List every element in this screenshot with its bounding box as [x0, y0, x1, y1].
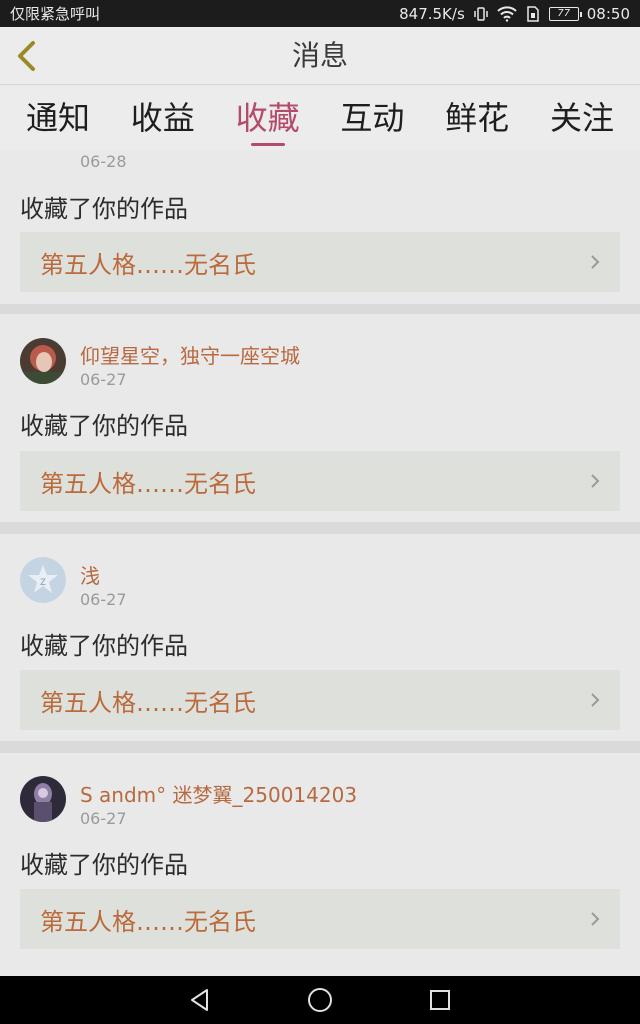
recents-square-icon[interactable] [420, 980, 460, 1020]
net-speed: 847.5K/s [399, 4, 465, 23]
battery-icon: 77 [548, 6, 582, 21]
item-action: 收藏了你的作品 [20, 195, 188, 223]
list-item[interactable]: z 浅 06-27 收藏了你的作品 第五人格……无名氏 [0, 534, 640, 741]
chevron-right-icon [590, 473, 600, 489]
user-name[interactable]: S andm° 迷梦翼_250014203 [80, 779, 357, 808]
tab-interaction[interactable]: 互动 [336, 86, 408, 150]
item-date: 06-28 [80, 152, 127, 171]
work-link[interactable]: 第五人格……无名氏 [20, 451, 620, 511]
notification-list[interactable]: 06-28 收藏了你的作品 第五人格……无名氏 仰望星空，独守一座空城 06-2… [0, 150, 640, 976]
list-item[interactable]: 仰望星空，独守一座空城 06-27 收藏了你的作品 第五人格……无名氏 [0, 314, 640, 522]
status-icons: 847.5K/s 77 08:50 [399, 5, 630, 23]
chevron-right-icon [590, 692, 600, 708]
clock: 08:50 [586, 4, 630, 23]
tab-follow[interactable]: 关注 [546, 86, 618, 150]
work-link[interactable]: 第五人格……无名氏 [20, 670, 620, 730]
item-date: 06-27 [80, 809, 127, 828]
work-title: 第五人格……无名氏 [40, 688, 256, 717]
work-title: 第五人格……无名氏 [40, 469, 256, 498]
system-nav-bar [0, 976, 640, 1024]
item-action: 收藏了你的作品 [20, 851, 188, 879]
screen: 仅限紧急呼叫 847.5K/s 77 08:50 消息 通知 收益 收藏 互动 … [0, 0, 640, 1024]
work-title: 第五人格……无名氏 [40, 250, 256, 279]
sim-icon [525, 5, 541, 22]
user-name[interactable]: 浅 [80, 560, 100, 589]
tab-favorites[interactable]: 收藏 [232, 86, 304, 150]
status-bar: 仅限紧急呼叫 847.5K/s 77 08:50 [0, 0, 640, 27]
work-link[interactable]: 第五人格……无名氏 [20, 232, 620, 292]
item-date: 06-27 [80, 590, 127, 609]
avatar[interactable] [20, 776, 66, 822]
chevron-right-icon [590, 911, 600, 927]
avatar[interactable]: z [20, 557, 66, 603]
wifi-icon [497, 5, 517, 22]
home-circle-icon[interactable] [300, 980, 340, 1020]
header: 消息 [0, 27, 640, 85]
back-triangle-icon[interactable] [180, 980, 220, 1020]
list-item[interactable]: 06-28 收藏了你的作品 第五人格……无名氏 [0, 150, 640, 304]
item-action: 收藏了你的作品 [20, 632, 188, 660]
item-action: 收藏了你的作品 [20, 412, 188, 440]
list-item[interactable]: S andm° 迷梦翼_250014203 06-27 收藏了你的作品 第五人格… [0, 753, 640, 976]
tab-earnings[interactable]: 收益 [127, 86, 199, 150]
svg-text:z: z [40, 574, 46, 588]
work-title: 第五人格……无名氏 [40, 907, 256, 936]
tab-flowers[interactable]: 鲜花 [441, 86, 513, 150]
vibrate-icon [473, 6, 489, 22]
tab-bar: 通知 收益 收藏 互动 鲜花 关注 [0, 86, 640, 150]
tab-notice[interactable]: 通知 [22, 86, 94, 150]
user-name[interactable]: 仰望星空，独守一座空城 [80, 340, 300, 369]
item-date: 06-27 [80, 370, 127, 389]
work-link[interactable]: 第五人格……无名氏 [20, 889, 620, 949]
avatar[interactable] [20, 338, 66, 384]
page-title: 消息 [291, 39, 348, 72]
carrier-text: 仅限紧急呼叫 [10, 5, 101, 23]
chevron-right-icon [590, 254, 600, 270]
